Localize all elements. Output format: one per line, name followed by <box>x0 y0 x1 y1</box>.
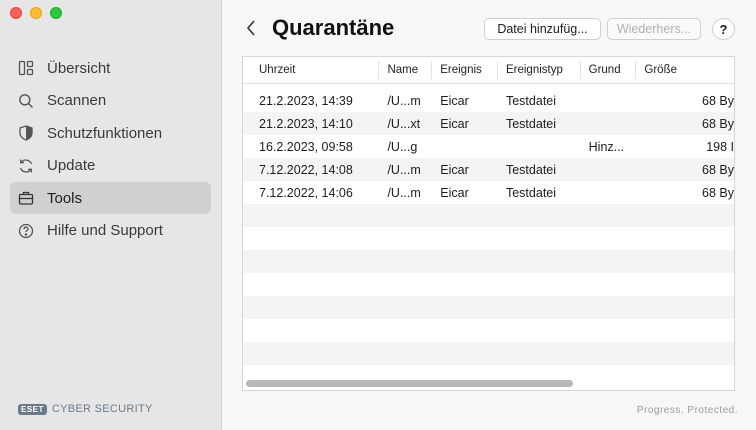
table-row[interactable]: 21.2.2023, 14:10 /U...xt Eicar Testdatei… <box>243 112 734 135</box>
cell-time: 21.2.2023, 14:39 <box>259 93 353 108</box>
brand: ESET CYBER SECURITY <box>18 403 153 415</box>
column-header-event-type[interactable]: Ereignistyp <box>498 61 581 79</box>
cell-name: /U...m <box>387 185 421 200</box>
sidebar-item-tools[interactable]: Tools <box>10 182 211 214</box>
column-header-reason[interactable]: Grund <box>581 61 637 79</box>
table-row[interactable]: 7.12.2022, 14:06 /U...m Eicar Testdatei … <box>243 181 734 204</box>
cell-name: /U...m <box>387 162 421 177</box>
back-button[interactable] <box>244 18 258 38</box>
brand-text: CYBER SECURITY <box>51 403 153 415</box>
sidebar-item-label: Scannen <box>47 92 107 109</box>
cell-size: 68 By <box>702 93 735 108</box>
eset-logo: ESET <box>18 403 47 415</box>
empty-row <box>243 250 734 273</box>
cell-time: 7.12.2022, 14:08 <box>259 162 353 177</box>
toolbox-icon <box>18 190 34 206</box>
column-header-size[interactable]: Größe <box>636 61 734 79</box>
cell-event-type: Testdatei <box>505 93 557 108</box>
cell-event: Eicar <box>440 116 469 131</box>
add-file-button[interactable]: Datei hinzufüg... <box>484 18 601 40</box>
table-row[interactable]: 7.12.2022, 14:08 /U...m Eicar Testdatei … <box>243 158 734 181</box>
horizontal-scrollbar[interactable] <box>246 380 573 387</box>
sidebar-item-label: Schutzfunktionen <box>47 124 163 142</box>
cell-size: 68 By <box>702 162 735 177</box>
table-row[interactable]: 16.2.2023, 09:58 /U...g Hinz... 198 I <box>243 135 734 158</box>
dashboard-icon <box>18 60 34 76</box>
sidebar-item-protection[interactable]: Schutzfunktionen <box>10 117 211 149</box>
cell-event: Eicar <box>440 185 469 200</box>
cell-event-type: Testdatei <box>505 162 557 177</box>
sidebar-item-update[interactable]: Update <box>10 150 211 182</box>
cell-event: Eicar <box>440 93 469 108</box>
column-header-name[interactable]: Name <box>379 61 433 79</box>
cell-name: /U...g <box>387 139 418 154</box>
table-row[interactable]: 21.2.2023, 14:39 /U...m Eicar Testdatei … <box>243 89 734 112</box>
sidebar-item-label: Übersicht <box>47 59 111 77</box>
main-panel: Quarantäne Datei hinzufüg... Wiederhers.… <box>222 0 756 430</box>
cell-reason: Hinz... <box>588 139 625 154</box>
empty-row <box>243 342 734 365</box>
tagline: Progress. Protected. <box>636 405 738 416</box>
search-icon <box>18 93 34 109</box>
empty-row <box>243 204 734 227</box>
sidebar-nav: Übersicht Scannen Schutzfunktionen Updat… <box>10 52 211 247</box>
sidebar: Übersicht Scannen Schutzfunktionen Updat… <box>0 0 222 430</box>
window-controls <box>10 7 62 19</box>
sidebar-item-overview[interactable]: Übersicht <box>10 52 211 84</box>
sidebar-item-label: Update <box>47 157 96 174</box>
help-button[interactable]: ? <box>712 18 735 40</box>
cell-size: 68 By <box>702 185 735 200</box>
empty-row <box>243 319 734 342</box>
restore-button[interactable]: Wiederhers... <box>607 18 701 40</box>
cell-size: 198 I <box>706 139 735 154</box>
column-header-event[interactable]: Ereignis <box>432 61 498 79</box>
refresh-icon <box>18 158 34 174</box>
cell-time: 21.2.2023, 14:10 <box>259 116 353 131</box>
empty-row <box>243 273 734 296</box>
cell-time: 7.12.2022, 14:06 <box>259 185 353 200</box>
shield-icon <box>18 125 34 141</box>
zoom-window-button[interactable] <box>50 7 62 19</box>
column-header-time[interactable]: Uhrzeit <box>243 61 380 79</box>
cell-event-type: Testdatei <box>505 185 557 200</box>
sidebar-item-label: Hilfe und Support <box>47 222 163 239</box>
cell-name: /U...m <box>387 93 421 108</box>
cell-time: 16.2.2023, 09:58 <box>259 139 353 154</box>
sidebar-item-scan[interactable]: Scannen <box>10 85 211 117</box>
cell-name: /U...xt <box>387 116 421 131</box>
cell-event-type: Testdatei <box>505 116 557 131</box>
sidebar-item-label: Tools <box>47 189 83 207</box>
sidebar-item-help[interactable]: Hilfe und Support <box>10 215 211 247</box>
close-window-button[interactable] <box>10 7 22 19</box>
help-icon <box>18 223 34 239</box>
minimize-window-button[interactable] <box>30 7 42 19</box>
table-header: Uhrzeit Name Ereignis Ereignistyp Grund … <box>243 57 734 84</box>
quarantine-table: Uhrzeit Name Ereignis Ereignistyp Grund … <box>242 56 735 391</box>
empty-row <box>243 227 734 250</box>
empty-row <box>243 296 734 319</box>
page-title: Quarantäne <box>272 15 395 40</box>
chevron-left-icon <box>246 20 255 36</box>
cell-event: Eicar <box>440 162 469 177</box>
cell-size: 68 By <box>702 116 735 131</box>
table-body: 21.2.2023, 14:39 /U...m Eicar Testdatei … <box>243 89 734 388</box>
